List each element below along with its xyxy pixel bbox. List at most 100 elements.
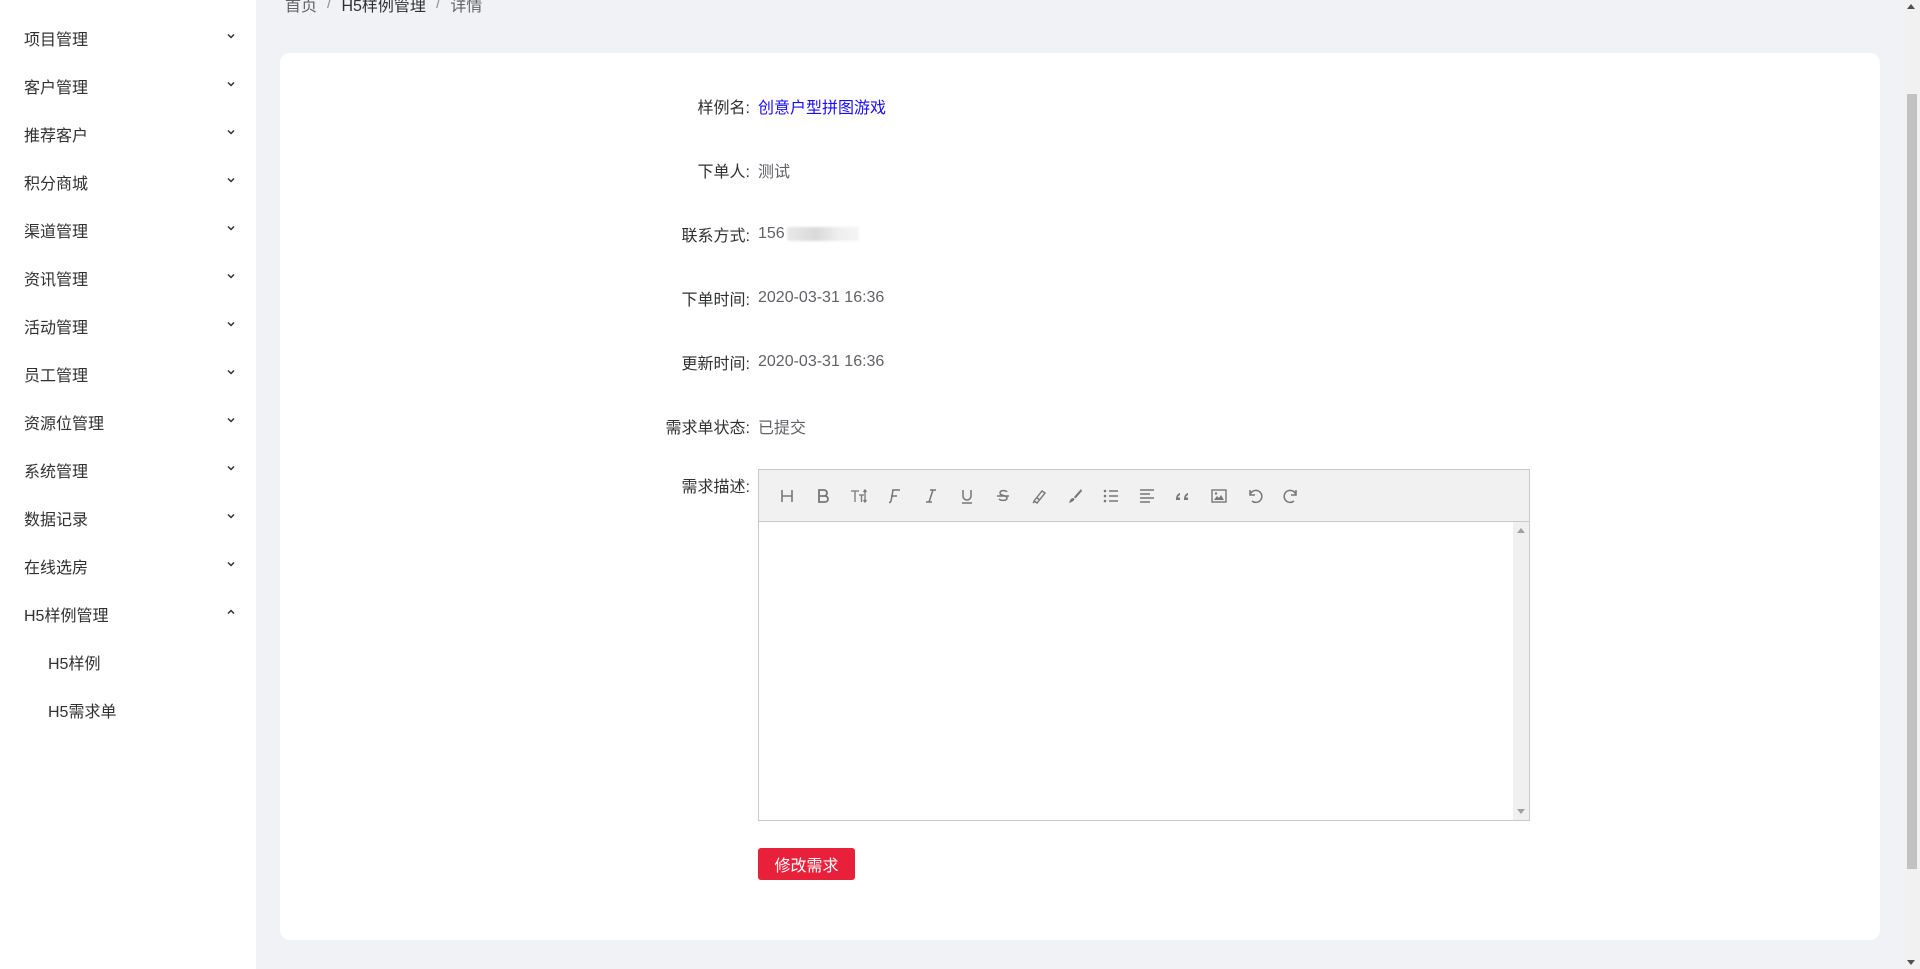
breadcrumb-h5-sample-admin[interactable]: H5样例管理 (341, 0, 425, 16)
page-scrollbar[interactable] (1903, 0, 1920, 969)
sidebar-item-label: 员工管理 (24, 368, 89, 385)
modify-requirement-button[interactable]: 修改需求 (758, 848, 855, 880)
editor-content-area[interactable] (759, 522, 1529, 820)
field-label: 样例名: (697, 100, 750, 117)
field-order-time: 下单时间: 2020-03-31 16:36 (280, 278, 1880, 318)
chevron-down-icon (226, 511, 236, 521)
field-status: 需求单状态: 已提交 (280, 406, 1880, 446)
field-orderer: 下单人: 测试 (280, 150, 1880, 190)
sidebar-subitem-h5-requirement[interactable]: H5需求单 (0, 686, 256, 734)
sidebar-item-h5-sample-admin[interactable]: H5样例管理 (0, 590, 256, 638)
redo-icon[interactable] (1273, 478, 1309, 514)
update-time-value: 2020-03-31 16:36 (758, 353, 885, 370)
breadcrumb-separator: / (435, 0, 441, 12)
scrollbar-thumb[interactable] (1907, 94, 1917, 869)
scroll-down-arrow-icon[interactable] (1907, 960, 1915, 965)
breadcrumb-separator: / (327, 0, 332, 12)
field-contact: 联系方式: 156 (280, 214, 1880, 254)
contact-value: 156 (758, 225, 785, 242)
sidebar-item-news[interactable]: 资讯管理 (0, 254, 256, 302)
sidebar-item-label: H5样例管理 (24, 608, 109, 625)
sidebar-item-label: 项目管理 (24, 32, 89, 49)
field-label: 需求描述: (681, 479, 750, 496)
sidebar-subitem-label: H5需求单 (48, 704, 117, 721)
field-label: 下单时间: (681, 292, 750, 309)
sidebar-subitem-label: H5样例 (48, 656, 101, 673)
field-label: 更新时间: (681, 356, 750, 373)
image-icon[interactable] (1201, 478, 1237, 514)
chevron-down-icon (226, 559, 236, 569)
sidebar-item-label: 数据记录 (24, 512, 89, 529)
sidebar-item-label: 资源位管理 (24, 416, 105, 433)
editor-toolbar (759, 470, 1529, 522)
sidebar-item-online-house[interactable]: 在线选房 (0, 542, 256, 590)
chevron-down-icon (226, 367, 236, 377)
sidebar-menu: 项目管理 客户管理 推荐客户 积分商城 渠道管理 资讯管理 活动管理 员工管理 … (0, 14, 256, 734)
rich-text-editor (758, 469, 1530, 821)
font-family-icon[interactable] (877, 478, 913, 514)
chevron-down-icon (226, 175, 236, 185)
sidebar-item-project[interactable]: 项目管理 (0, 14, 256, 62)
sidebar-item-data-records[interactable]: 数据记录 (0, 494, 256, 542)
sidebar-item-activity[interactable]: 活动管理 (0, 302, 256, 350)
sidebar-item-label: 活动管理 (24, 320, 89, 337)
sidebar-item-label: 在线选房 (24, 560, 89, 577)
heading-icon[interactable] (769, 478, 805, 514)
sidebar-item-system[interactable]: 系统管理 (0, 446, 256, 494)
chevron-down-icon (226, 223, 236, 233)
field-sample-name: 样例名: 创意户型拼图游戏 (280, 86, 1880, 126)
sidebar-item-points-mall[interactable]: 积分商城 (0, 158, 256, 206)
fore-color-icon[interactable] (1021, 478, 1057, 514)
sidebar-item-label: 推荐客户 (24, 128, 89, 145)
chevron-down-icon (226, 127, 236, 137)
strikethrough-icon[interactable] (985, 478, 1021, 514)
sidebar-item-referral[interactable]: 推荐客户 (0, 110, 256, 158)
italic-icon[interactable] (913, 478, 949, 514)
sample-name-link[interactable]: 创意户型拼图游戏 (758, 94, 886, 118)
field-label: 联系方式: (681, 228, 750, 245)
font-size-icon[interactable] (841, 478, 877, 514)
sidebar: 项目管理 客户管理 推荐客户 积分商城 渠道管理 资讯管理 活动管理 员工管理 … (0, 0, 256, 969)
scroll-down-arrow-icon[interactable] (1517, 809, 1525, 814)
breadcrumb: 首页 / H5样例管理 / 详情 (285, 0, 482, 16)
field-update-time: 更新时间: 2020-03-31 16:36 (280, 342, 1880, 382)
breadcrumb-home[interactable]: 首页 (285, 0, 317, 16)
underline-icon[interactable] (949, 478, 985, 514)
editor-scrollbar[interactable] (1513, 522, 1529, 820)
sidebar-item-label: 积分商城 (24, 176, 89, 193)
sidebar-subitem-h5-sample[interactable]: H5样例 (0, 638, 256, 686)
contact-value-wrap: 156 (758, 225, 859, 243)
chevron-down-icon (226, 415, 236, 425)
back-color-icon[interactable] (1057, 478, 1093, 514)
scroll-up-arrow-icon[interactable] (1517, 528, 1525, 533)
chevron-down-icon (226, 31, 236, 41)
breadcrumb-current: 详情 (450, 0, 483, 15)
sidebar-item-label: 资讯管理 (24, 272, 89, 289)
sidebar-item-label: 系统管理 (24, 464, 89, 481)
chevron-down-icon (226, 319, 236, 329)
redaction-mask (786, 226, 859, 241)
editor-content (759, 522, 1529, 542)
order-time-value: 2020-03-31 16:36 (758, 289, 885, 306)
chevron-up-icon (226, 607, 236, 617)
sidebar-item-label: 客户管理 (24, 80, 89, 97)
undo-icon[interactable] (1237, 478, 1273, 514)
field-label: 下单人: (697, 164, 750, 181)
sidebar-item-channel[interactable]: 渠道管理 (0, 206, 256, 254)
quote-icon[interactable] (1165, 478, 1201, 514)
chevron-down-icon (226, 79, 236, 89)
field-label: 需求单状态: (665, 420, 750, 437)
status-value: 已提交 (758, 420, 807, 437)
bold-icon[interactable] (805, 478, 841, 514)
list-icon[interactable] (1093, 478, 1129, 514)
chevron-down-icon (226, 271, 236, 281)
sidebar-item-customer[interactable]: 客户管理 (0, 62, 256, 110)
orderer-value: 测试 (758, 164, 791, 181)
chevron-down-icon (226, 463, 236, 473)
detail-card: 样例名: 创意户型拼图游戏 下单人: 测试 联系方式: 156 下单时间: 20… (280, 53, 1880, 940)
justify-icon[interactable] (1129, 478, 1165, 514)
sidebar-item-resource-slot[interactable]: 资源位管理 (0, 398, 256, 446)
sidebar-item-label: 渠道管理 (24, 224, 89, 241)
sidebar-item-staff[interactable]: 员工管理 (0, 350, 256, 398)
scroll-up-arrow-icon[interactable] (1907, 4, 1915, 9)
